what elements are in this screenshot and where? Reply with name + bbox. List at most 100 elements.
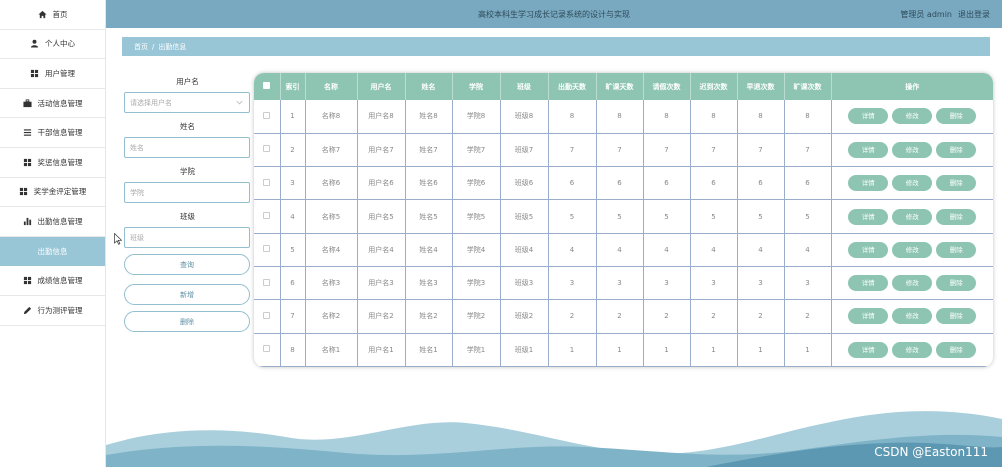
column-header: 姓名 [405, 73, 453, 100]
table-row[interactable]: 7 名称2 用户名2 姓名2 学院2 班级2 2 2 2 2 2 2 详情 修改 删除 [254, 299, 993, 334]
row-actions-cell: 详情 修改 删除 [831, 233, 993, 267]
table-cell: 5 [596, 199, 644, 234]
table-cell: 4 [596, 233, 644, 267]
delete-button[interactable]: 删除 [936, 175, 977, 192]
detail-button[interactable]: 详情 [848, 141, 889, 158]
batch-delete-button[interactable]: 删除 [124, 311, 250, 332]
edit-button[interactable]: 修改 [892, 241, 933, 258]
add-button[interactable]: 新增 [124, 284, 250, 305]
sidebar-item-9[interactable]: 成绩信息管理 [0, 266, 105, 296]
home-icon [37, 10, 47, 19]
table-cell: 学院5 [452, 199, 501, 234]
table-cell: 用户名5 [357, 199, 406, 234]
detail-button[interactable]: 详情 [848, 208, 889, 225]
delete-button[interactable]: 删除 [936, 108, 977, 125]
table-cell: 3 [643, 266, 691, 301]
row-actions-cell: 详情 修改 删除 [831, 266, 993, 301]
table-row[interactable]: 8 名称1 用户名1 姓名1 学院1 班级1 1 1 1 1 1 1 详情 修改 删除 [254, 333, 993, 367]
sidebar-item-8[interactable]: 出勤信息 [0, 236, 105, 267]
row-checkbox[interactable] [263, 111, 271, 119]
sidebar-item-2[interactable]: 用户管理 [0, 59, 105, 89]
column-header: 索引 [280, 73, 306, 100]
row-select-cell [254, 266, 281, 301]
table-row[interactable]: 5 名称4 用户名4 姓名4 学院4 班级4 4 4 4 4 4 4 详情 修改 删除 [254, 233, 993, 267]
sidebar-item-10[interactable]: 行为测评管理 [0, 296, 105, 326]
table-row[interactable]: 1 名称8 用户名8 姓名8 学院8 班级8 8 8 8 8 8 8 详情 修改 删除 [254, 100, 993, 134]
system-title: 高校本科生学习成长记录系统的设计与实现 [478, 9, 630, 19]
detail-button[interactable]: 详情 [848, 308, 889, 325]
table-cell: 8 [280, 333, 306, 367]
table-row[interactable]: 6 名称3 用户名3 姓名3 学院3 班级3 3 3 3 3 3 3 详情 修改 删除 [254, 266, 993, 301]
delete-button[interactable]: 删除 [936, 208, 977, 225]
name-input-placeholder: 姓名 [130, 143, 144, 152]
select-all-checkbox[interactable] [263, 82, 271, 89]
row-actions-cell: 详情 修改 删除 [831, 166, 993, 201]
table-cell: 3 [737, 266, 785, 301]
sidebar-item-3[interactable]: 活动信息管理 [0, 89, 105, 119]
table-row[interactable]: 4 名称5 用户名5 姓名5 学院5 班级5 5 5 5 5 5 5 详情 修改 删除 [254, 199, 993, 234]
sidebar-item-4[interactable]: 干部信息管理 [0, 118, 105, 148]
row-checkbox[interactable] [263, 245, 271, 253]
table-cell: 班级8 [500, 100, 549, 134]
detail-button[interactable]: 详情 [848, 108, 889, 125]
breadcrumb-home[interactable]: 首页 [134, 42, 148, 52]
row-checkbox[interactable] [263, 212, 271, 220]
table-cell: 1 [737, 333, 785, 367]
delete-button[interactable]: 删除 [936, 141, 977, 158]
edit-button[interactable]: 修改 [892, 208, 933, 225]
edit-button[interactable]: 修改 [892, 108, 933, 125]
college-input[interactable]: 学院 [124, 182, 250, 203]
row-checkbox[interactable] [263, 145, 271, 153]
detail-button[interactable]: 详情 [848, 175, 889, 192]
table-cell: 学院2 [452, 299, 501, 334]
username-select[interactable]: 请选择用户名 [124, 92, 250, 113]
sidebar-item-label: 行为测评管理 [37, 305, 83, 315]
table-cell: 姓名2 [405, 299, 453, 334]
chevron-down-icon [236, 100, 243, 105]
column-header: 旷课次数 [784, 73, 832, 100]
detail-button[interactable]: 详情 [848, 275, 889, 292]
briefcase-icon [22, 99, 32, 108]
detail-button[interactable]: 详情 [848, 241, 889, 258]
sidebar-item-6[interactable]: 奖学金评定管理 [0, 178, 105, 208]
table-cell: 1 [596, 333, 644, 367]
table-cell: 班级1 [500, 333, 549, 367]
admin-user-label[interactable]: 管理员 admin [900, 9, 952, 20]
row-actions-cell: 详情 修改 删除 [831, 100, 993, 134]
edit-button[interactable]: 修改 [892, 175, 933, 192]
edit-button[interactable]: 修改 [892, 341, 933, 358]
class-label: 班级 [180, 212, 195, 221]
row-checkbox[interactable] [263, 311, 271, 319]
edit-button[interactable]: 修改 [892, 308, 933, 325]
table-cell: 用户名7 [357, 133, 406, 168]
sidebar-item-5[interactable]: 奖惩信息管理 [0, 148, 105, 178]
delete-button[interactable]: 删除 [936, 341, 977, 358]
delete-button[interactable]: 删除 [936, 308, 977, 325]
row-checkbox[interactable] [263, 278, 271, 286]
breadcrumb-current: 出勤信息 [158, 42, 187, 51]
logout-link[interactable]: 退出登录 [958, 9, 990, 20]
grid-icon [30, 69, 39, 78]
sidebar-item-7[interactable]: 出勤信息管理 [0, 207, 105, 237]
sidebar-item-label: 用户管理 [45, 68, 75, 78]
class-input[interactable]: 班级 [124, 227, 250, 248]
table-cell: 6 [784, 166, 832, 201]
column-header: 操作 [905, 82, 920, 91]
edit-button[interactable]: 修改 [892, 141, 933, 158]
table-row[interactable]: 2 名称7 用户名7 姓名7 学院7 班级7 7 7 7 7 7 7 详情 修改 删除 [254, 133, 993, 168]
detail-button[interactable]: 详情 [848, 341, 889, 358]
query-button[interactable]: 查询 [124, 254, 250, 275]
table-row[interactable]: 3 名称6 用户名6 姓名6 学院6 班级6 6 6 6 6 6 6 详情 修改 删除 [254, 166, 993, 201]
edit-button[interactable]: 修改 [892, 275, 933, 292]
delete-button[interactable]: 删除 [936, 241, 977, 258]
sidebar-item-1[interactable]: 个人中心 [0, 30, 105, 60]
table-cell: 学院6 [452, 166, 501, 201]
name-input[interactable]: 姓名 [124, 137, 250, 158]
column-header: 请假次数 [643, 73, 691, 100]
table-cell: 1 [548, 333, 597, 367]
row-checkbox[interactable] [263, 345, 271, 353]
sidebar-item-0[interactable]: 首页 [0, 0, 105, 30]
table-cell: 4 [690, 233, 738, 267]
delete-button[interactable]: 删除 [936, 275, 977, 292]
row-checkbox[interactable] [263, 178, 271, 186]
